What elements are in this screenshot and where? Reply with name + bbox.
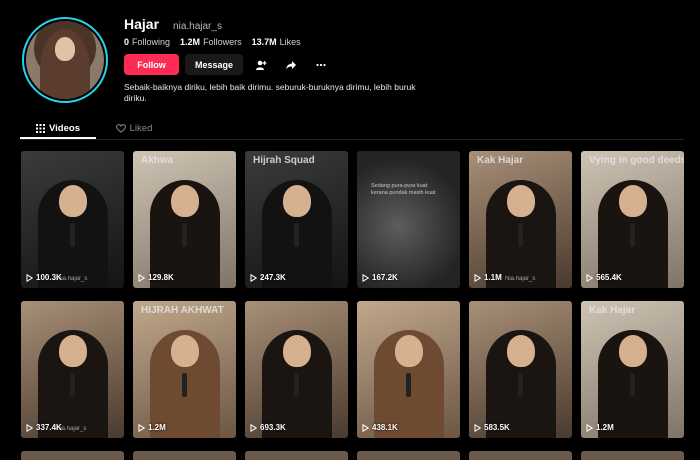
- play-icon: [138, 423, 145, 432]
- microphone-icon: [518, 223, 524, 247]
- microphone-icon: [294, 373, 300, 397]
- video-subject-face: [618, 335, 647, 367]
- likes-stat: 13.7M Likes: [251, 37, 301, 47]
- video-overlay-title: HIJRAH AKHWAT: [141, 305, 224, 316]
- video-subject-face: [506, 185, 535, 217]
- video-tile[interactable]: 100.3K Nia.hajar_s: [21, 151, 124, 288]
- video-tile[interactable]: 438.1K: [357, 301, 460, 438]
- display-name: Hajar: [124, 16, 160, 32]
- heart-outline-icon: [115, 123, 126, 133]
- video-tile[interactable]: Sedang pura-pura kuat kerana pundak masi…: [357, 151, 460, 288]
- microphone-icon: [406, 373, 412, 397]
- video-tile[interactable]: Kak Hajar 1.2M: [581, 301, 684, 438]
- video-subject-face: [170, 335, 199, 367]
- video-tile[interactable]: Kak Hajar 1.1M Nia.hajar_s: [469, 151, 572, 288]
- profile-actions: Follow Message: [124, 54, 333, 75]
- following-stat[interactable]: 0 Following: [124, 37, 170, 47]
- video-overlay-title: Vying in good deeds: [589, 155, 684, 166]
- view-count: 1.2M: [138, 423, 166, 432]
- video-watermark: nia.hajar_s: [57, 426, 87, 432]
- microphone-icon: [70, 373, 76, 397]
- play-icon: [474, 273, 481, 282]
- video-watermark: Nia.hajar_s: [57, 276, 88, 282]
- play-icon: [250, 273, 257, 282]
- video-subject-face: [58, 185, 87, 217]
- video-tile[interactable]: HIJRAH AKHWAT 1.2M: [133, 301, 236, 438]
- next-row-preview: [21, 451, 684, 460]
- profile-bio: Sebaik-baiknya diriku, lebih baik dirimu…: [124, 82, 416, 103]
- profile-stats: 0 Following 1.2M Followers 13.7M Likes: [124, 37, 301, 47]
- play-icon: [586, 423, 593, 432]
- profile-name-row: Hajar nia.hajar_s: [124, 16, 222, 32]
- view-count: 1.1M: [474, 273, 502, 282]
- follow-button[interactable]: Follow: [124, 54, 179, 75]
- view-count: 693.3K: [250, 423, 286, 432]
- play-icon: [362, 273, 369, 282]
- play-icon: [138, 273, 145, 282]
- video-subject-face: [282, 335, 311, 367]
- play-icon: [474, 423, 481, 432]
- video-grid: 100.3K Nia.hajar_s Akhwa 129.8K Hijrah Squa…: [21, 151, 684, 438]
- video-subject-face: [618, 185, 647, 217]
- username-handle: nia.hajar_s: [173, 21, 222, 32]
- microphone-icon: [70, 223, 76, 247]
- video-tile[interactable]: Vying in good deeds 565.4K: [581, 151, 684, 288]
- video-subject-face: [282, 185, 311, 217]
- more-icon[interactable]: [309, 54, 333, 75]
- view-count: 129.8K: [138, 273, 174, 282]
- message-button[interactable]: Message: [185, 54, 243, 75]
- video-overlay-title: Hijrah Squad: [253, 155, 315, 166]
- video-overlay-title: Akhwa: [141, 155, 174, 166]
- video-watermark: Nia.hajar_s: [505, 276, 536, 282]
- microphone-icon: [182, 373, 188, 397]
- video-thumbnail: [357, 151, 460, 288]
- video-tile[interactable]: 337.4K nia.hajar_s: [21, 301, 124, 438]
- video-tile[interactable]: 693.3K: [245, 301, 348, 438]
- video-caption: Sedang pura-pura kuat kerana pundak masi…: [371, 183, 436, 196]
- view-count: 247.3K: [250, 273, 286, 282]
- play-icon: [26, 423, 33, 432]
- tab-divider: [20, 139, 684, 140]
- view-count: 1.2M: [586, 423, 614, 432]
- play-icon: [362, 423, 369, 432]
- play-icon: [250, 423, 257, 432]
- video-tile[interactable]: Hijrah Squad 247.3K: [245, 151, 348, 288]
- video-subject-face: [58, 335, 87, 367]
- microphone-icon: [518, 373, 524, 397]
- play-icon: [586, 273, 593, 282]
- video-tile[interactable]: Akhwa 129.8K: [133, 151, 236, 288]
- video-overlay-title: Kak Hajar: [477, 155, 524, 166]
- microphone-icon: [294, 223, 300, 247]
- microphone-icon: [630, 223, 636, 247]
- microphone-icon: [182, 223, 188, 247]
- profile-tabs: Videos Liked: [20, 118, 172, 138]
- view-count: 438.1K: [362, 423, 398, 432]
- play-icon: [26, 273, 33, 282]
- share-icon[interactable]: [279, 54, 303, 75]
- grid-icon: [36, 123, 45, 133]
- view-count: 167.2K: [362, 273, 398, 282]
- followers-stat[interactable]: 1.2M Followers: [180, 37, 242, 47]
- video-subject-face: [170, 185, 199, 217]
- tab-videos[interactable]: Videos: [20, 118, 96, 138]
- tab-liked[interactable]: Liked: [96, 118, 172, 138]
- view-count: 583.5K: [474, 423, 510, 432]
- avatar-photo: [26, 21, 104, 99]
- video-subject-face: [394, 335, 423, 367]
- video-overlay-title: Kak Hajar: [589, 305, 636, 316]
- add-friend-icon[interactable]: [249, 54, 273, 75]
- view-count: 565.4K: [586, 273, 622, 282]
- avatar[interactable]: [22, 17, 108, 103]
- microphone-icon: [630, 373, 636, 397]
- video-tile[interactable]: 583.5K: [469, 301, 572, 438]
- video-subject-face: [506, 335, 535, 367]
